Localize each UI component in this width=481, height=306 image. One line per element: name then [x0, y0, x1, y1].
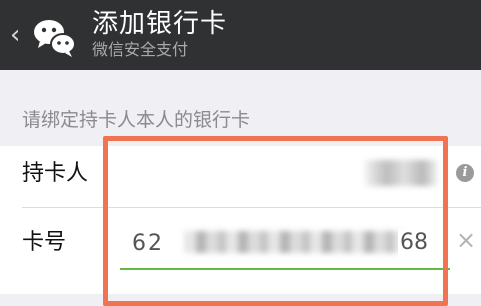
- holder-label: 持卡人: [22, 161, 89, 186]
- form-hint: 请绑定持卡人本人的银行卡: [22, 109, 251, 131]
- card-number-label: 卡号: [22, 230, 67, 255]
- title-bar: ‹ 添加银行卡 微信安全支付: [0, 0, 481, 70]
- back-icon[interactable]: ‹: [10, 22, 26, 48]
- page-subtitle: 微信安全支付: [92, 40, 189, 59]
- info-icon[interactable]: i: [456, 164, 474, 182]
- page-title: 添加银行卡: [92, 9, 228, 39]
- clear-icon[interactable]: ×: [454, 228, 478, 252]
- annotation-highlight-box: [103, 136, 448, 306]
- wechat-icon: [34, 20, 76, 57]
